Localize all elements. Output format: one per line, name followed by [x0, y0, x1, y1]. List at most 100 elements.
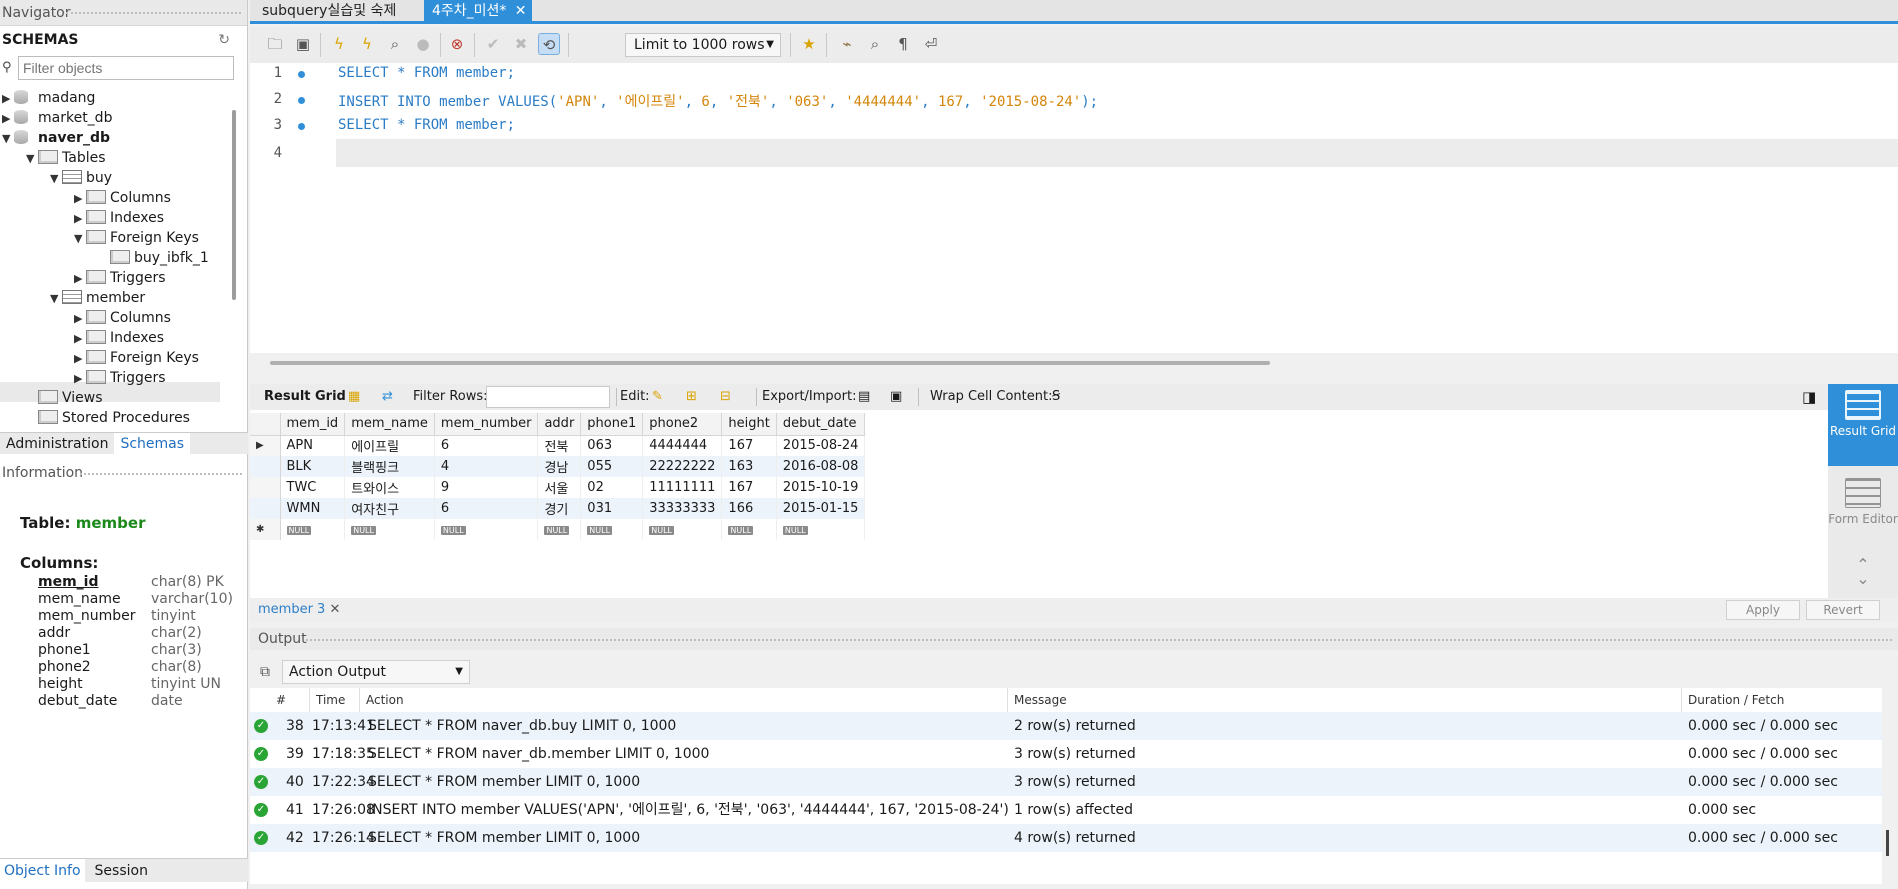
tree-node-member-triggers[interactable]: ▶ Triggers [74, 368, 166, 388]
result-toolbar: Result Grid ▦ ⇄ Filter Rows: Edit: ✎ ⊞ ⊟… [250, 384, 1828, 410]
form-editor-button[interactable]: Form Editor [1828, 472, 1898, 552]
result-tab-member-3[interactable]: member 3 ✕ [258, 598, 340, 622]
table-row[interactable]: BLK 블랙핑크 4 경남 055 22222222 163 2016-08-08 [250, 456, 866, 477]
tree-node-member-columns[interactable]: ▶ Columns [74, 308, 171, 328]
tree-node-stored-procedures[interactable]: Stored Procedures [38, 408, 190, 426]
execute-icon[interactable]: ϟ [328, 33, 350, 55]
tree-node-madang[interactable]: ▶ madang [2, 88, 95, 108]
schema-tree[interactable]: ▶ madang ▶ market_db ▼ naver_db ▼ Tables ▼ bu… [0, 86, 220, 426]
rollback-icon[interactable]: ✖ [510, 33, 532, 55]
revert-button[interactable]: Revert [1806, 600, 1880, 620]
insert-row-icon[interactable]: ⊞ [686, 384, 697, 410]
refresh-schemas-icon[interactable]: ↻ [218, 28, 230, 52]
result-grid-button[interactable]: Result Grid [1828, 384, 1898, 466]
col-header[interactable]: height [721, 413, 777, 436]
tree-node-market-db[interactable]: ▶ market_db [2, 108, 112, 128]
filter-objects-input[interactable] [18, 56, 234, 80]
autocommit-icon[interactable]: ⟲ [538, 33, 560, 55]
result-grid[interactable]: mem_id mem_name mem_number addr phone1 p… [250, 410, 1828, 600]
copy-output-icon[interactable]: ⧉ [260, 664, 270, 680]
col-header[interactable]: mem_number [434, 413, 539, 436]
beautify-icon[interactable]: ⌁ [836, 33, 858, 55]
favorite-icon[interactable]: ★ [798, 33, 820, 55]
table-row[interactable]: TWC 트와이스 9 서울 02 11111111 167 2015-10-19 [250, 477, 866, 498]
filter-rows-input[interactable] [486, 386, 610, 408]
commit-icon[interactable]: ✔ [482, 33, 504, 55]
output-col-header[interactable]: Time [310, 688, 360, 712]
info-column: debut_date date [38, 693, 183, 709]
tree-node-views[interactable]: Views [38, 388, 103, 408]
find-icon[interactable]: ⌕ [864, 33, 886, 55]
info-column: addr char(2) [38, 625, 202, 641]
tree-node-buy-foreign-keys[interactable]: ▼ Foreign Keys [74, 228, 199, 248]
tables-folder-icon [38, 150, 58, 164]
col-header[interactable]: addr [537, 413, 582, 436]
col-header[interactable]: debut_date [776, 413, 866, 436]
output-col-header[interactable]: Duration / Fetch [1682, 688, 1882, 712]
sql-editor[interactable]: 1 2 3 4 SELECT * FROM member; INSERT INT… [250, 63, 1898, 365]
result-table[interactable]: mem_id mem_name mem_number addr phone1 p… [250, 413, 866, 540]
output-col-header[interactable]: Action [360, 688, 1008, 712]
tree-node-naver-db[interactable]: ▼ naver_db [2, 128, 110, 148]
database-icon [14, 90, 28, 104]
scroll-arrows-icon[interactable]: ⌃ ⌄ [1828, 557, 1898, 594]
new-row[interactable]: ✱ NULL NULL NULL NULL NULL NULL NULL NULL [250, 519, 866, 540]
result-grid-label[interactable]: Result Grid [264, 384, 346, 410]
tab-object-info[interactable]: Object Info [0, 859, 85, 883]
tree-scrollbar[interactable] [232, 110, 236, 300]
tab-session[interactable]: Session [91, 859, 152, 883]
export-icon[interactable]: ▤ [858, 384, 870, 410]
wrap-cell-label: Wrap Cell Content: [930, 389, 1053, 404]
output-grid[interactable]: # Time Action Message Duration / Fetch ✓… [250, 688, 1882, 884]
tree-node-member-indexes[interactable]: ▶ Indexes [74, 328, 164, 348]
tree-node-buy-columns[interactable]: ▶ Columns [74, 188, 171, 208]
edit-row-icon[interactable]: ✎ [652, 384, 663, 410]
info-column: mem_id char(8) PK [38, 574, 224, 590]
col-header[interactable]: mem_name [344, 413, 435, 436]
execute-current-icon[interactable]: ϟ [356, 33, 378, 55]
toggle-error-icon[interactable]: ⊗ [446, 33, 468, 55]
table-row[interactable]: WMN 여자친구 6 경기 031 33333333 166 2015-01-15 [250, 498, 866, 519]
explain-icon[interactable]: ⌕ [384, 33, 406, 55]
close-tab-icon[interactable]: ✕ [515, 0, 527, 22]
tree-node-buy-triggers[interactable]: ▶ Triggers [74, 268, 166, 288]
output-row[interactable]: ✓ 41 17:26:08 INSERT INTO member VALUES('… [250, 796, 1882, 824]
col-header[interactable]: phone1 [580, 413, 644, 436]
tree-node-member[interactable]: ▼ member [50, 288, 145, 308]
wrap-icon[interactable]: ⏎ [920, 33, 942, 55]
delete-row-icon[interactable]: ⊟ [720, 384, 731, 410]
tab-administration[interactable]: Administration [0, 433, 114, 455]
tree-node-buy-ibfk-1[interactable]: buy_ibfk_1 [110, 248, 209, 268]
tree-node-buy-indexes[interactable]: ▶ Indexes [74, 208, 164, 228]
grid-icon[interactable]: ▦ [348, 384, 360, 410]
refresh-grid-icon[interactable]: ⇄ [382, 384, 393, 410]
tab-4th-week-mission[interactable]: 4주차_미션* ✕ [424, 0, 533, 22]
tree-node-member-foreign-keys[interactable]: ▶ Foreign Keys [74, 348, 199, 368]
tree-node-buy[interactable]: ▼ buy [50, 168, 112, 188]
output-scrollbar[interactable] [1886, 830, 1889, 856]
wrap-cell-icon[interactable]: Ꞩ [1052, 384, 1060, 410]
output-row[interactable]: ✓ 38 17:13:41 SELECT * FROM naver_db.buy … [250, 712, 1882, 740]
output-mode-select[interactable]: Action Output ▼ [282, 660, 470, 684]
info-column: mem_number tinyint [38, 608, 196, 624]
limit-rows-select[interactable]: Limit to 1000 rows ▼ [625, 33, 781, 57]
tab-schemas[interactable]: Schemas [114, 433, 191, 455]
output-row[interactable]: ✓ 42 17:26:14 SELECT * FROM member LIMIT … [250, 824, 1882, 852]
tab-subquery[interactable]: subquery실습및 숙제 [254, 0, 404, 22]
output-col-header[interactable]: # [270, 688, 310, 712]
tree-node-tables[interactable]: ▼ Tables [26, 148, 106, 168]
save-icon[interactable]: ▣ [292, 33, 314, 55]
output-row[interactable]: ✓ 40 17:22:34 SELECT * FROM member LIMIT … [250, 768, 1882, 796]
table-row[interactable]: ▶ APN 에이프릴 6 전북 063 4444444 167 2015-08-24 [250, 435, 866, 456]
col-header[interactable]: phone2 [642, 413, 723, 436]
open-file-icon[interactable]: 🗀 [264, 33, 286, 55]
col-header[interactable]: mem_id [280, 413, 346, 436]
stop-icon[interactable]: ● [412, 33, 434, 55]
editor-hscrollbar[interactable] [270, 361, 1270, 365]
invisible-chars-icon[interactable]: ¶ [892, 33, 914, 55]
output-col-header[interactable]: Message [1008, 688, 1682, 712]
apply-button[interactable]: Apply [1726, 600, 1800, 620]
output-row[interactable]: ✓ 39 17:18:35 SELECT * FROM naver_db.memb… [250, 740, 1882, 768]
import-icon[interactable]: ▣ [890, 384, 902, 410]
toggle-panel-icon[interactable]: ◨ [1802, 384, 1816, 410]
